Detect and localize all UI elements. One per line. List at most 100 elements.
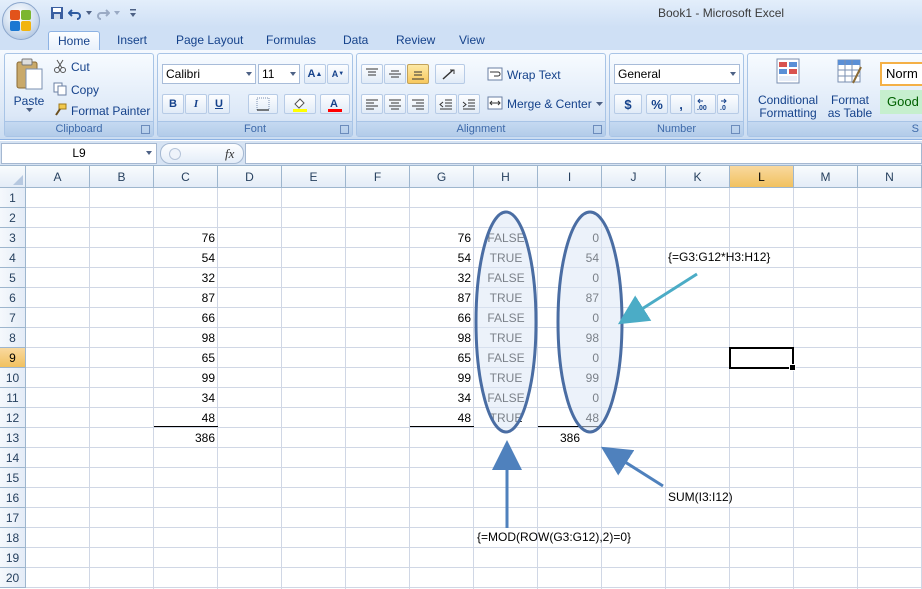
grow-font-button[interactable]: A ▲ <box>304 64 326 84</box>
column-header-a[interactable]: A <box>26 166 90 188</box>
redo-dropdown-icon[interactable] <box>112 4 122 22</box>
orientation-button[interactable] <box>435 64 465 84</box>
cell-g12[interactable]: 48 <box>410 408 474 428</box>
column-header-h[interactable]: H <box>474 166 538 188</box>
number-launcher-icon[interactable] <box>731 125 740 134</box>
shrink-font-button[interactable]: A ▼ <box>327 64 349 84</box>
row-header-20[interactable]: 20 <box>0 568 26 588</box>
cell-h5[interactable]: FALSE <box>474 268 538 288</box>
row-header-3[interactable]: 3 <box>0 228 26 248</box>
cell-h4[interactable]: TRUE <box>474 248 538 268</box>
tab-formulas[interactable]: Formulas <box>257 31 325 50</box>
column-header-d[interactable]: D <box>218 166 282 188</box>
cell-h8[interactable]: TRUE <box>474 328 538 348</box>
column-header-c[interactable]: C <box>154 166 218 188</box>
cell-c10[interactable]: 99 <box>154 368 218 388</box>
column-header-b[interactable]: B <box>90 166 154 188</box>
cell-g4[interactable]: 54 <box>410 248 474 268</box>
bold-button[interactable]: B <box>162 94 184 114</box>
save-icon[interactable] <box>48 4 66 22</box>
office-button[interactable] <box>2 2 40 40</box>
row-header-2[interactable]: 2 <box>0 208 26 228</box>
style-normal[interactable]: Norm <box>880 62 922 86</box>
column-header-i[interactable]: I <box>538 166 602 188</box>
row-header-19[interactable]: 19 <box>0 548 26 568</box>
row-header-11[interactable]: 11 <box>0 388 26 408</box>
cell-h10[interactable]: TRUE <box>474 368 538 388</box>
align-center-button[interactable] <box>384 94 406 114</box>
cell-i12[interactable]: 48 <box>538 408 602 428</box>
tab-view[interactable]: View <box>450 31 494 50</box>
column-header-g[interactable]: G <box>410 166 474 188</box>
cell-g3[interactable]: 76 <box>410 228 474 248</box>
select-all-corner[interactable] <box>0 166 26 188</box>
row-header-8[interactable]: 8 <box>0 328 26 348</box>
cell-h9[interactable]: FALSE <box>474 348 538 368</box>
cell-c3[interactable]: 76 <box>154 228 218 248</box>
cell-c4[interactable]: 54 <box>154 248 218 268</box>
align-bottom-button[interactable] <box>407 64 429 84</box>
fill-color-button[interactable] <box>284 94 316 114</box>
row-header-1[interactable]: 1 <box>0 188 26 208</box>
font-size-select[interactable]: 11 <box>258 64 300 84</box>
cell-i9[interactable]: 0 <box>538 348 602 368</box>
column-header-k[interactable]: K <box>666 166 730 188</box>
row-header-6[interactable]: 6 <box>0 288 26 308</box>
undo-icon[interactable] <box>66 4 84 22</box>
increase-decimal-button[interactable]: .00 <box>694 94 716 114</box>
cell-i13[interactable]: 386 <box>538 428 602 448</box>
cancel-entry-icon[interactable] <box>169 148 181 160</box>
tab-insert[interactable]: Insert <box>108 31 156 50</box>
cell-c7[interactable]: 66 <box>154 308 218 328</box>
column-header-m[interactable]: M <box>794 166 858 188</box>
cell-i3[interactable]: 0 <box>538 228 602 248</box>
cell-h11[interactable]: FALSE <box>474 388 538 408</box>
row-header-13[interactable]: 13 <box>0 428 26 448</box>
row-header-9[interactable]: 9 <box>0 348 26 368</box>
cell-c13[interactable]: 386 <box>154 428 218 448</box>
align-left-button[interactable] <box>361 94 383 114</box>
decrease-decimal-button[interactable]: .0 <box>717 94 739 114</box>
row-header-12[interactable]: 12 <box>0 408 26 428</box>
cut-button[interactable]: Cut <box>53 58 90 76</box>
row-header-4[interactable]: 4 <box>0 248 26 268</box>
cell-g11[interactable]: 34 <box>410 388 474 408</box>
cell-c12[interactable]: 48 <box>154 408 218 428</box>
column-header-f[interactable]: F <box>346 166 410 188</box>
cell-c11[interactable]: 34 <box>154 388 218 408</box>
comma-button[interactable]: , <box>670 94 692 114</box>
underline-button[interactable]: U <box>208 94 230 114</box>
active-cell-l9[interactable] <box>729 347 796 371</box>
style-good[interactable]: Good <box>880 90 922 114</box>
alignment-launcher-icon[interactable] <box>593 125 602 134</box>
cell-c5[interactable]: 32 <box>154 268 218 288</box>
cell-i8[interactable]: 98 <box>538 328 602 348</box>
cell-c9[interactable]: 65 <box>154 348 218 368</box>
cell-i4[interactable]: 54 <box>538 248 602 268</box>
cell-i11[interactable]: 0 <box>538 388 602 408</box>
format-painter-button[interactable]: Format Painter <box>53 102 150 120</box>
name-box[interactable]: L9 <box>1 143 157 164</box>
cell-g10[interactable]: 99 <box>410 368 474 388</box>
row-header-14[interactable]: 14 <box>0 448 26 468</box>
row-header-17[interactable]: 17 <box>0 508 26 528</box>
percent-button[interactable]: % <box>646 94 668 114</box>
paste-button[interactable]: Paste <box>9 57 49 119</box>
cell-c8[interactable]: 98 <box>154 328 218 348</box>
cell-g8[interactable]: 98 <box>410 328 474 348</box>
cell-i10[interactable]: 99 <box>538 368 602 388</box>
align-middle-button[interactable] <box>384 64 406 84</box>
clipboard-launcher-icon[interactable] <box>141 125 150 134</box>
row-header-16[interactable]: 16 <box>0 488 26 508</box>
cell-h7[interactable]: FALSE <box>474 308 538 328</box>
currency-button[interactable]: $ <box>614 94 642 114</box>
copy-button[interactable]: Copy <box>53 81 99 99</box>
cell-c6[interactable]: 87 <box>154 288 218 308</box>
cell-i5[interactable]: 0 <box>538 268 602 288</box>
font-color-button[interactable]: A <box>320 94 350 114</box>
tab-page-layout[interactable]: Page Layout <box>167 31 252 50</box>
column-header-j[interactable]: J <box>602 166 666 188</box>
cell-g7[interactable]: 66 <box>410 308 474 328</box>
tab-home[interactable]: Home <box>48 31 101 50</box>
column-header-n[interactable]: N <box>858 166 922 188</box>
